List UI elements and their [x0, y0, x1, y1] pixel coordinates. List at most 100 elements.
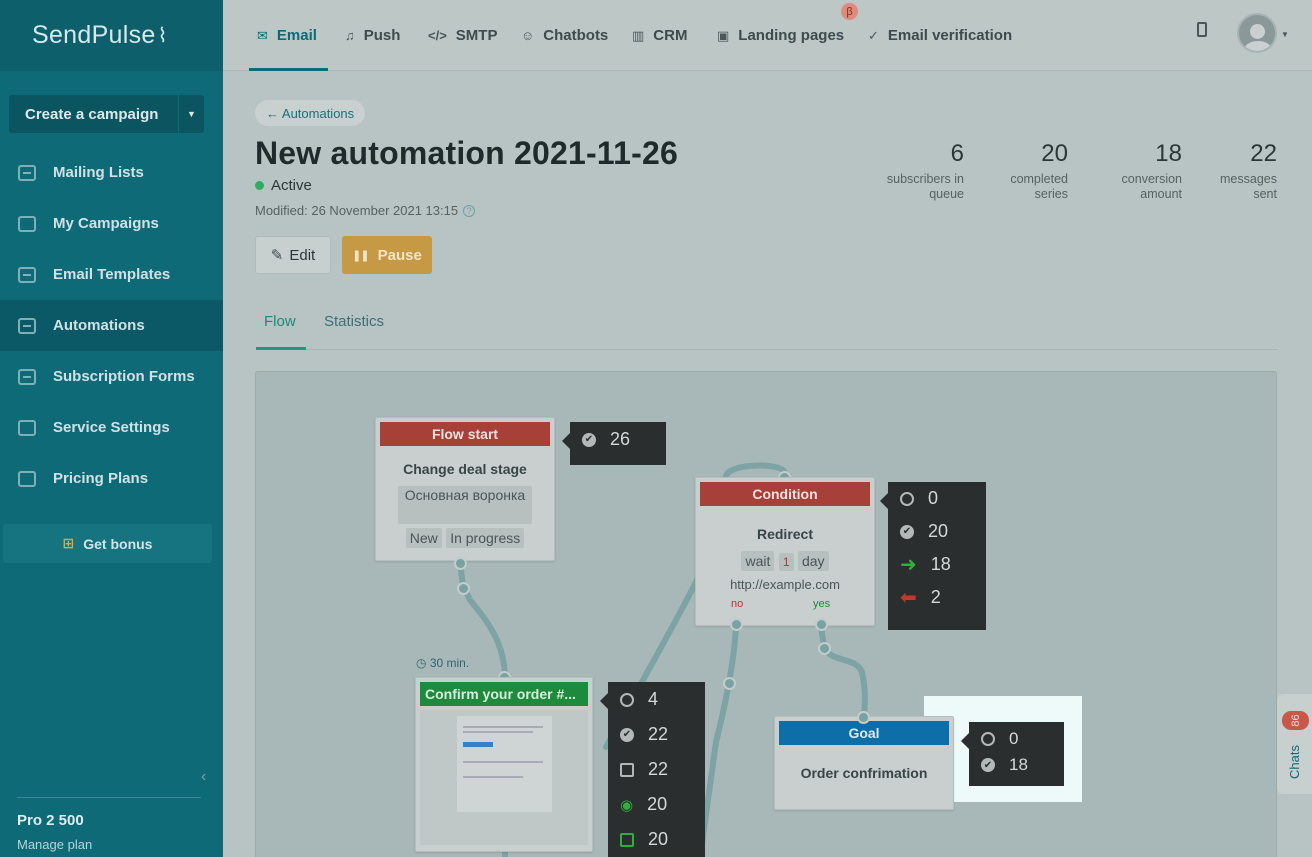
output-port[interactable]	[454, 557, 467, 570]
stat-label: subscribers in queue	[887, 172, 964, 202]
breadcrumb[interactable]: ← Automations	[255, 100, 366, 126]
board-icon: ▥	[632, 27, 645, 43]
stat-value: 18	[1009, 755, 1028, 774]
sidebar-item-subscription-forms[interactable]: Subscription Forms	[0, 351, 223, 402]
stat-row: ◉ 20	[608, 787, 705, 822]
sidebar-item-mailing-lists[interactable]: Mailing Lists	[0, 147, 223, 198]
stat-value: 22	[648, 724, 669, 744]
wait-chip: wait	[741, 551, 775, 571]
flow-start-node[interactable]: Flow start Change deal stage Основная во…	[375, 417, 555, 561]
condition-node[interactable]: Condition Redirect wait 1 day http://exa…	[695, 477, 875, 626]
tab-landing-pages[interactable]: ▣ Landing pages	[717, 0, 844, 71]
goal-title: Order confrimation	[800, 765, 928, 781]
yes-output-port[interactable]	[815, 618, 828, 631]
status-badge: Active	[255, 177, 312, 194]
mobile-icon[interactable]	[1197, 22, 1207, 37]
sidebar-item-service-settings[interactable]: Service Settings	[0, 402, 223, 453]
link-handle[interactable]	[818, 642, 831, 655]
check-circle-icon: ✔	[900, 524, 914, 539]
wait-number-chip: 1	[778, 553, 794, 571]
wait-chips: wait 1 day	[696, 551, 874, 571]
check-circle-icon: ✓	[868, 27, 879, 43]
tab-statistics[interactable]: Statistics	[324, 313, 384, 330]
tab-email-verification[interactable]: ✓ Email verification	[868, 0, 1012, 71]
tab-email[interactable]: ✉ Email	[257, 0, 317, 71]
clock-icon	[900, 491, 914, 506]
sidebar: SendPulse ⌇ Create a campaign ▼ Mailing L…	[0, 0, 223, 857]
clock-icon: ◷	[416, 656, 430, 670]
input-port[interactable]	[857, 711, 870, 724]
stat-row: ➜ 18	[888, 548, 986, 581]
tab-label: Email verification	[887, 27, 1013, 44]
stat-row: ✔ 22	[608, 717, 705, 752]
stat-value: 0	[1009, 729, 1019, 748]
plan-name: Pro 2 500	[17, 812, 84, 829]
avatar[interactable]	[1237, 13, 1277, 53]
sidebar-item-email-templates[interactable]: Email Templates	[0, 249, 223, 300]
sidebar-item-automations[interactable]: Automations	[0, 300, 223, 351]
stat-value: 20	[1041, 140, 1068, 167]
tab-push[interactable]: ♫ Push	[345, 0, 400, 71]
tab-smtp[interactable]: </> SMTP	[428, 0, 497, 71]
stat-value: 18	[930, 554, 951, 574]
create-campaign-button[interactable]: Create a campaign ▼	[9, 95, 204, 133]
stage-chips: New In progress	[376, 528, 554, 548]
email-preview-line	[463, 776, 523, 778]
edit-button[interactable]: ✎ Edit	[255, 236, 331, 274]
condition-title: Redirect	[756, 526, 814, 542]
code-icon: </>	[428, 28, 447, 43]
landing-icon: ▣	[717, 27, 730, 43]
condition-url: http://example.com	[730, 577, 840, 592]
chevron-down-icon[interactable]: ▼	[1281, 30, 1289, 39]
email-stats: 4 ✔ 22 22 ◉ 20 20	[600, 682, 705, 857]
stat-row: ✔ 18	[969, 752, 1064, 778]
pause-icon: ❚❚	[352, 249, 369, 262]
get-bonus-button[interactable]: ⊞ Get bonus	[3, 524, 212, 563]
stat-conversion-amount: 18 conversion amount	[1122, 140, 1182, 202]
help-icon[interactable]: ?	[463, 204, 476, 217]
stat-value: 6	[950, 140, 964, 167]
tab-label: SMTP	[455, 27, 498, 44]
arrow-right-icon: ➜	[900, 554, 917, 576]
flow-start-header: Flow start	[380, 422, 550, 446]
chats-widget[interactable]: 86 Chats	[1277, 694, 1312, 794]
gift-icon: ⊞	[62, 535, 75, 551]
modified-date: Modified: 26 November 2021 13:15?	[255, 203, 476, 218]
tab-chatbots[interactable]: ☺ Chatbots	[521, 0, 608, 71]
edit-label: Edit	[289, 246, 316, 264]
form-icon	[18, 368, 36, 385]
flow-canvas[interactable]: Flow start Change deal stage Основная во…	[255, 371, 1277, 857]
tab-label: Push	[363, 27, 401, 44]
campaign-icon	[18, 215, 36, 232]
eye-icon: ◉	[620, 796, 634, 814]
sidebar-item-label: Email Templates	[53, 266, 171, 283]
sidebar-item-my-campaigns[interactable]: My Campaigns	[0, 198, 223, 249]
link-handle[interactable]	[723, 677, 736, 690]
tab-crm[interactable]: ▥ CRM	[632, 0, 687, 71]
tab-label: CRM	[653, 27, 688, 44]
stat-row: ✔ 20	[888, 515, 986, 548]
check-circle-icon: ✔	[620, 727, 634, 742]
bell-icon: ♫	[345, 28, 355, 43]
chats-label: Chats	[1287, 745, 1302, 779]
email-node[interactable]: Confirm your order #...	[415, 677, 593, 852]
stat-label-line: sent	[1253, 187, 1277, 201]
stat-value: 26	[610, 429, 631, 449]
stat-value: 2	[930, 587, 941, 607]
email-header: Confirm your order #...	[420, 682, 588, 706]
chevron-down-icon[interactable]: ▼	[178, 95, 204, 133]
stage-chip: In progress	[446, 528, 525, 548]
pause-button[interactable]: ❚❚ Pause	[342, 236, 432, 274]
sendpulse-logo[interactable]: SendPulse ⌇	[0, 0, 223, 71]
condition-header: Condition	[700, 482, 870, 506]
manage-plan-link[interactable]: Manage plan	[17, 837, 92, 852]
goal-node[interactable]: Goal Order confrimation	[774, 716, 954, 810]
email-preview-line	[463, 761, 543, 763]
modified-label: Modified: 26 November 2021 13:15	[255, 203, 459, 218]
sidebar-item-pricing-plans[interactable]: Pricing Plans	[0, 453, 223, 504]
link-handle[interactable]	[457, 582, 470, 595]
tab-flow[interactable]: Flow	[264, 313, 296, 330]
stat-row: 0	[888, 482, 986, 515]
no-output-port[interactable]	[730, 618, 743, 631]
collapse-sidebar-icon[interactable]: ‹	[201, 768, 206, 786]
